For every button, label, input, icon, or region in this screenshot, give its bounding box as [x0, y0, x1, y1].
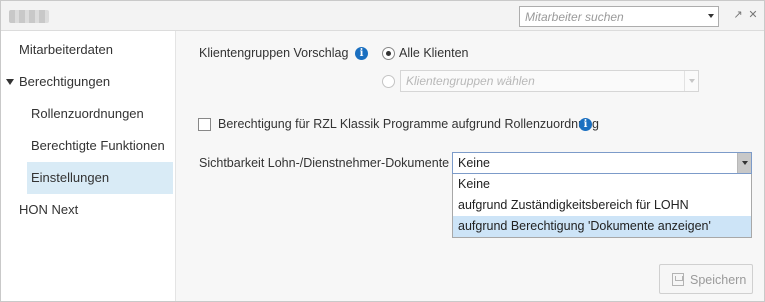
external-link-icon[interactable]: ↗	[732, 9, 744, 21]
dropdown-option-dokumente-anzeigen[interactable]: aufgrund Berechtigung 'Dokumente anzeige…	[453, 216, 751, 237]
all-clients-radio[interactable]	[382, 47, 395, 60]
sidebar-item-hon-next[interactable]: HON Next	[1, 194, 173, 226]
visibility-selected-value: Keine	[458, 156, 490, 170]
client-groups-label: Klientengruppen Vorschlag	[199, 46, 349, 60]
sidebar-item-berechtigungen[interactable]: Berechtigungen	[1, 66, 173, 98]
sidebar-item-label: Berechtigungen	[19, 74, 111, 89]
close-icon[interactable]: ✕	[747, 9, 759, 21]
rzl-klassik-checkbox[interactable]	[198, 118, 211, 131]
visibility-dropdown-list: Keine aufgrund Zuständigkeitsbereich für…	[452, 174, 752, 238]
visibility-select[interactable]: Keine	[452, 152, 752, 174]
dropdown-option-keine[interactable]: Keine	[453, 174, 751, 195]
blurred-title	[9, 10, 49, 23]
client-groups-placeholder: Klientengruppen wählen	[406, 74, 535, 88]
chevron-down-icon[interactable]	[708, 14, 714, 18]
info-icon[interactable]: i	[579, 118, 592, 131]
sidebar: Mitarbeiterdaten Berechtigungen Rollenzu…	[1, 31, 175, 301]
sidebar-item-label: Rollenzuordnungen	[31, 106, 144, 121]
sidebar-item-rollenzuordnungen[interactable]: Rollenzuordnungen	[27, 98, 173, 130]
save-icon	[672, 273, 684, 286]
sidebar-item-mitarbeiterdaten[interactable]: Mitarbeiterdaten	[1, 34, 173, 66]
save-button-label: Speichern	[690, 273, 747, 287]
client-groups-radio[interactable]	[382, 75, 395, 88]
visibility-label: Sichtbarkeit Lohn-/Dienstnehmer-Dokument…	[199, 156, 450, 170]
info-icon[interactable]: i	[355, 47, 368, 60]
employee-search-input[interactable]	[520, 7, 700, 26]
sidebar-item-label: Berechtigte Funktionen	[31, 138, 165, 153]
employee-search-combobox[interactable]	[519, 6, 719, 27]
save-button[interactable]: Speichern	[659, 264, 753, 294]
settings-panel: Klientengruppen Vorschlag i Alle Kliente…	[176, 31, 764, 301]
sidebar-item-einstellungen[interactable]: Einstellungen	[27, 162, 173, 194]
chevron-down-icon[interactable]	[684, 71, 698, 91]
chevron-down-icon[interactable]	[737, 153, 751, 173]
settings-window: ↗ ✕ Mitarbeiterdaten Berechtigungen Roll…	[0, 0, 765, 302]
all-clients-label[interactable]: Alle Klienten	[399, 46, 469, 60]
title-bar: ↗ ✕	[1, 1, 764, 31]
sidebar-item-label: Einstellungen	[31, 170, 110, 185]
sidebar-item-berechtigte-funktionen[interactable]: Berechtigte Funktionen	[27, 130, 173, 162]
sidebar-item-label: Mitarbeiterdaten	[19, 42, 113, 57]
sidebar-item-label: HON Next	[19, 202, 79, 217]
dropdown-option-zustaendigkeitsbereich[interactable]: aufgrund Zuständigkeitsbereich für LOHN	[453, 195, 751, 216]
expand-caret-icon[interactable]	[6, 79, 14, 85]
rzl-klassik-label[interactable]: Berechtigung für RZL Klassik Programme a…	[218, 117, 599, 131]
client-groups-select[interactable]: Klientengruppen wählen	[400, 70, 699, 92]
